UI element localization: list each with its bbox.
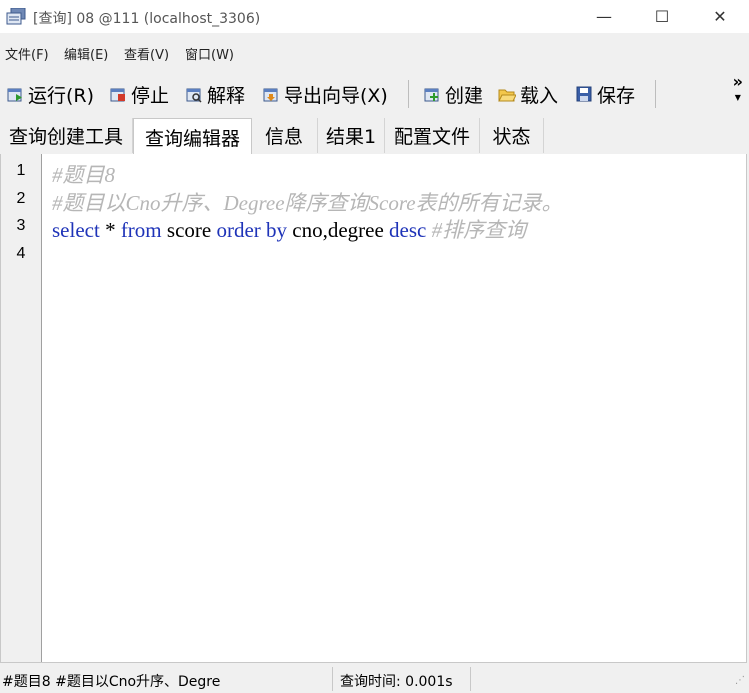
tab-info[interactable]: 信息: [251, 118, 318, 153]
tab-result1[interactable]: 结果1: [318, 118, 385, 153]
create-label: 创建: [445, 84, 484, 107]
export-wizard-label: 导出向导(X): [284, 84, 388, 107]
explain-button[interactable]: 解释: [185, 80, 245, 108]
tab-profile[interactable]: 配置文件: [385, 118, 480, 153]
line-number: 4: [16, 245, 26, 262]
toolbar-overflow-button[interactable]: » ▼: [732, 72, 743, 104]
toolbar-separator: [655, 80, 656, 108]
line-number: 1: [16, 162, 26, 179]
close-button[interactable]: ✕: [691, 0, 749, 33]
run-icon: [7, 88, 22, 102]
stop-icon: [110, 88, 125, 102]
keyword-desc: desc: [389, 218, 427, 242]
status-sql-preview: #题目8 #题目以Cno升序、Degre: [2, 674, 221, 690]
code-line-1: #题目8: [52, 163, 115, 187]
keyword-from: from: [120, 218, 162, 242]
create-button[interactable]: 创建: [423, 80, 483, 108]
menu-window[interactable]: 窗口(W): [185, 44, 234, 63]
code-token: cno,degree: [287, 218, 390, 242]
create-icon: [424, 88, 439, 102]
status-divider: [470, 667, 471, 691]
folder-open-icon: [498, 89, 516, 102]
stop-button[interactable]: 停止: [109, 80, 169, 108]
code-line-3: select * from score order by cno,degree …: [52, 214, 526, 244]
tab-strip: 查询创建工具 查询编辑器 信息 结果1 配置文件 状态: [0, 118, 749, 155]
window-title: [查询] 08 @111 (localhost_3306): [33, 11, 261, 27]
tab-status[interactable]: 状态: [480, 118, 544, 153]
code-token: score: [161, 218, 217, 242]
navicat-query-icon: [6, 8, 26, 25]
title-bar: [查询] 08 @111 (localhost_3306) — ☐ ✕: [0, 0, 749, 33]
export-icon: [263, 88, 278, 102]
code-token: *: [99, 218, 121, 242]
keyword-order-by: order by: [216, 218, 288, 242]
status-divider: [332, 667, 333, 691]
status-query-time: 查询时间: 0.001s: [340, 674, 453, 690]
save-label: 保存: [597, 84, 636, 107]
line-number: 3: [16, 217, 26, 234]
save-button[interactable]: 保存: [575, 80, 635, 108]
menu-bar: 文件(F) 编辑(E) 查看(V) 窗口(W): [0, 40, 749, 66]
explain-label: 解释: [207, 84, 246, 107]
stop-label: 停止: [131, 84, 170, 107]
tab-query-builder[interactable]: 查询创建工具: [0, 118, 133, 153]
minimize-button[interactable]: —: [575, 0, 633, 33]
explain-icon: [186, 88, 202, 103]
menu-file[interactable]: 文件(F): [5, 44, 49, 63]
toolbar: 运行(R) 停止 解释 导出向导(X) 创建 载入 保存 » ▼: [0, 74, 749, 114]
line-number-gutter: 1 2 3 4: [1, 154, 42, 662]
save-icon: [576, 86, 592, 102]
resize-grip-icon[interactable]: ⋰: [735, 675, 745, 686]
toolbar-separator: [408, 80, 409, 108]
run-label: 运行(R): [28, 84, 95, 107]
status-bar: #题目8 #题目以Cno升序、Degre 查询时间: 0.001s ⋰: [0, 665, 749, 693]
overflow-chevron-icon: »: [732, 72, 743, 91]
menu-edit[interactable]: 编辑(E): [64, 44, 108, 63]
keyword-select: select: [52, 218, 100, 242]
run-button[interactable]: 运行(R): [6, 80, 94, 108]
code-line-2: #题目以Cno升序、Degree降序查询Score表的所有记录。: [52, 191, 563, 215]
menu-view[interactable]: 查看(V): [124, 44, 169, 63]
load-label: 载入: [520, 84, 559, 107]
inline-comment: #排序查询: [426, 218, 527, 242]
sql-editor[interactable]: 1 2 3 4 #题目8 #题目以Cno升序、Degree降序查询Score表的…: [0, 154, 747, 663]
load-button[interactable]: 载入: [498, 80, 558, 108]
line-number: 2: [16, 190, 26, 207]
maximize-button[interactable]: ☐: [633, 0, 691, 33]
export-wizard-button[interactable]: 导出向导(X): [262, 80, 388, 108]
overflow-dropdown-icon: ▼: [734, 93, 741, 102]
tab-query-editor[interactable]: 查询编辑器: [133, 118, 252, 155]
